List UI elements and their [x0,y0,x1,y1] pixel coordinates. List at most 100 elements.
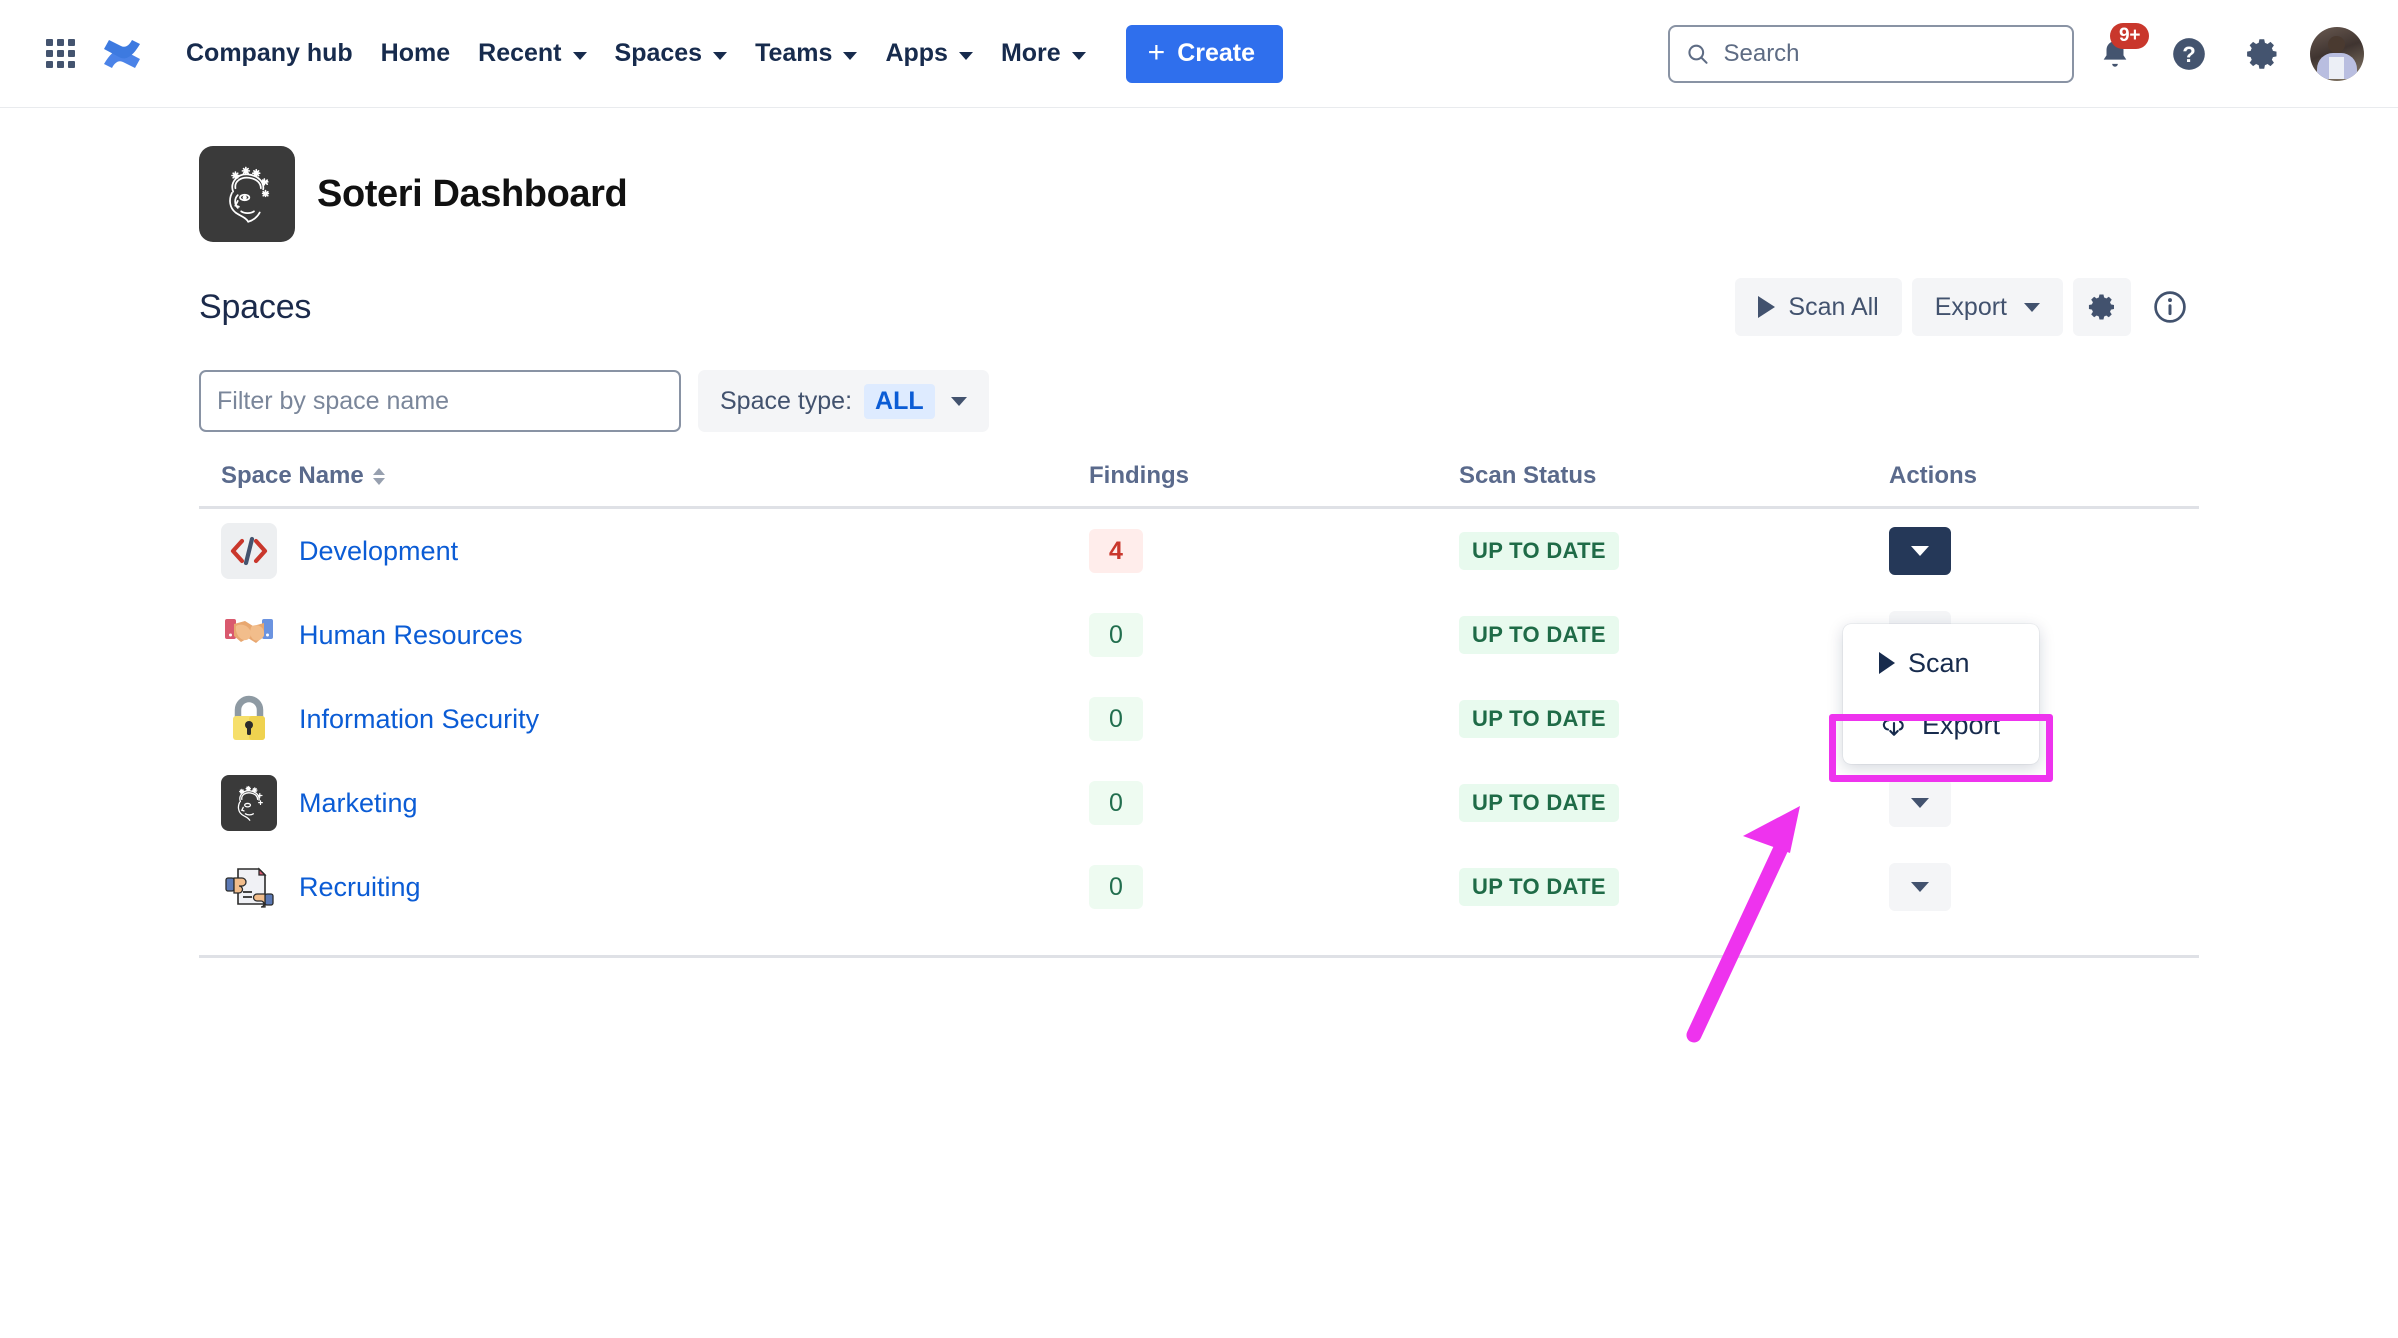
chevron-down-icon [573,52,587,60]
findings-badge: 0 [1089,781,1143,825]
chevron-down-icon [1911,882,1929,892]
info-button[interactable] [2141,278,2199,336]
hand-document-icon [221,859,277,915]
cell-findings: 0 [1089,781,1459,825]
filter-row: Space type: ALL [199,370,2199,432]
page-body: Soteri Dashboard Spaces Scan All Export [0,108,2398,958]
space-type-dropdown[interactable]: Space type: ALL [698,370,989,432]
status-badge: UP TO DATE [1459,784,1619,822]
play-icon [1758,296,1775,318]
status-badge: UP TO DATE [1459,700,1619,738]
space-name-filter-input[interactable] [199,370,681,432]
dashboard-content: Soteri Dashboard Spaces Scan All Export [199,108,2199,958]
soteri-logo-icon [199,146,295,242]
app-switcher-icon [46,39,75,68]
status-badge: UP TO DATE [1459,616,1619,654]
notification-count-badge: 9+ [2110,23,2149,50]
padlock-icon [221,691,277,747]
nav-item-label: Recent [478,39,561,68]
nav-item-apps[interactable]: Apps [871,29,987,78]
cell-findings: 4 [1089,529,1459,573]
space-name-link[interactable]: Development [299,536,458,567]
cell-space-name: Development [199,523,1089,579]
cell-findings: 0 [1089,865,1459,909]
menu-item-scan[interactable]: Scan [1843,632,2039,694]
row-actions-button[interactable] [1889,863,1951,911]
notifications-button[interactable]: 9+ [2082,21,2148,87]
column-label: Scan Status [1459,462,1596,490]
nav-item-label: Teams [755,39,832,68]
nav-item-recent[interactable]: Recent [464,29,600,78]
chevron-down-icon [1911,546,1929,556]
top-navigation-bar: Company hub Home Recent Spaces Teams App… [0,0,2398,108]
cell-scan-status: UP TO DATE [1459,784,1889,822]
nav-item-home[interactable]: Home [367,29,464,78]
column-header-findings: Findings [1089,462,1459,490]
findings-badge: 0 [1089,613,1143,657]
scan-all-button[interactable]: Scan All [1735,278,1901,336]
menu-item-export[interactable]: Export [1843,694,2039,756]
column-label: Actions [1889,462,1977,490]
nav-item-teams[interactable]: Teams [741,29,871,78]
search-icon [1686,41,1709,67]
column-header-actions: Actions [1889,462,2189,490]
cell-scan-status: UP TO DATE [1459,700,1889,738]
export-dropdown-button[interactable]: Export [1912,278,2063,336]
nav-item-label: Home [381,39,450,68]
cell-space-name: Human Resources [199,607,1089,663]
help-button[interactable]: ? [2156,21,2222,87]
chevron-down-icon [951,397,967,406]
chevron-down-icon [713,52,727,60]
table-row: Marketing 0 UP TO DATE [199,761,2199,845]
user-avatar[interactable] [2310,27,2364,81]
status-badge: UP TO DATE [1459,868,1619,906]
avatar-head [2328,36,2345,53]
chevron-down-icon [843,52,857,60]
plus-icon: + [1148,38,1166,68]
space-type-value: ALL [864,384,935,419]
row-actions-button[interactable] [1889,527,1951,575]
space-name-link[interactable]: Marketing [299,788,418,819]
create-button[interactable]: + Create [1126,25,1283,83]
handshake-icon [221,607,277,663]
table-bottom-divider [199,955,2199,958]
chevron-down-icon [1072,52,1086,60]
global-search[interactable] [1668,25,2074,83]
scan-all-label: Scan All [1788,293,1878,322]
cloud-download-icon [1879,710,1909,740]
space-name-link[interactable]: Information Security [299,704,539,735]
soteri-face-icon [221,775,277,831]
cell-scan-status: UP TO DATE [1459,532,1889,570]
cell-actions [1889,863,2189,911]
space-name-link[interactable]: Recruiting [299,872,421,903]
findings-badge: 4 [1089,529,1143,573]
row-actions-button[interactable] [1889,779,1951,827]
nav-item-company-hub[interactable]: Company hub [172,29,367,78]
nav-right-group: 9+ ? [1668,21,2364,87]
nav-item-spaces[interactable]: Spaces [601,29,742,78]
findings-badge: 0 [1089,697,1143,741]
confluence-logo-icon[interactable] [94,28,150,80]
page-title: Soteri Dashboard [317,173,627,216]
play-icon [1879,652,1895,674]
cell-findings: 0 [1089,613,1459,657]
settings-button[interactable] [2230,21,2296,87]
cell-findings: 0 [1089,697,1459,741]
spaces-toolbar: Scan All Export [1735,278,2199,336]
nav-item-more[interactable]: More [987,29,1100,78]
spaces-settings-button[interactable] [2073,278,2131,336]
avatar-shirt [2329,57,2344,79]
app-switcher-button[interactable] [34,28,86,80]
search-input[interactable] [1721,39,2056,69]
cell-actions [1889,779,2189,827]
cell-space-name: Information Security [199,691,1089,747]
space-name-link[interactable]: Human Resources [299,620,523,651]
svg-text:?: ? [2182,41,2196,66]
column-header-scan-status: Scan Status [1459,462,1889,490]
cell-space-name: Marketing [199,775,1089,831]
column-header-space-name[interactable]: Space Name [199,462,1089,490]
column-label: Space Name [221,462,364,490]
row-actions-menu: Scan Export [1843,624,2039,764]
chevron-down-icon [1911,798,1929,808]
info-icon [2152,289,2188,325]
